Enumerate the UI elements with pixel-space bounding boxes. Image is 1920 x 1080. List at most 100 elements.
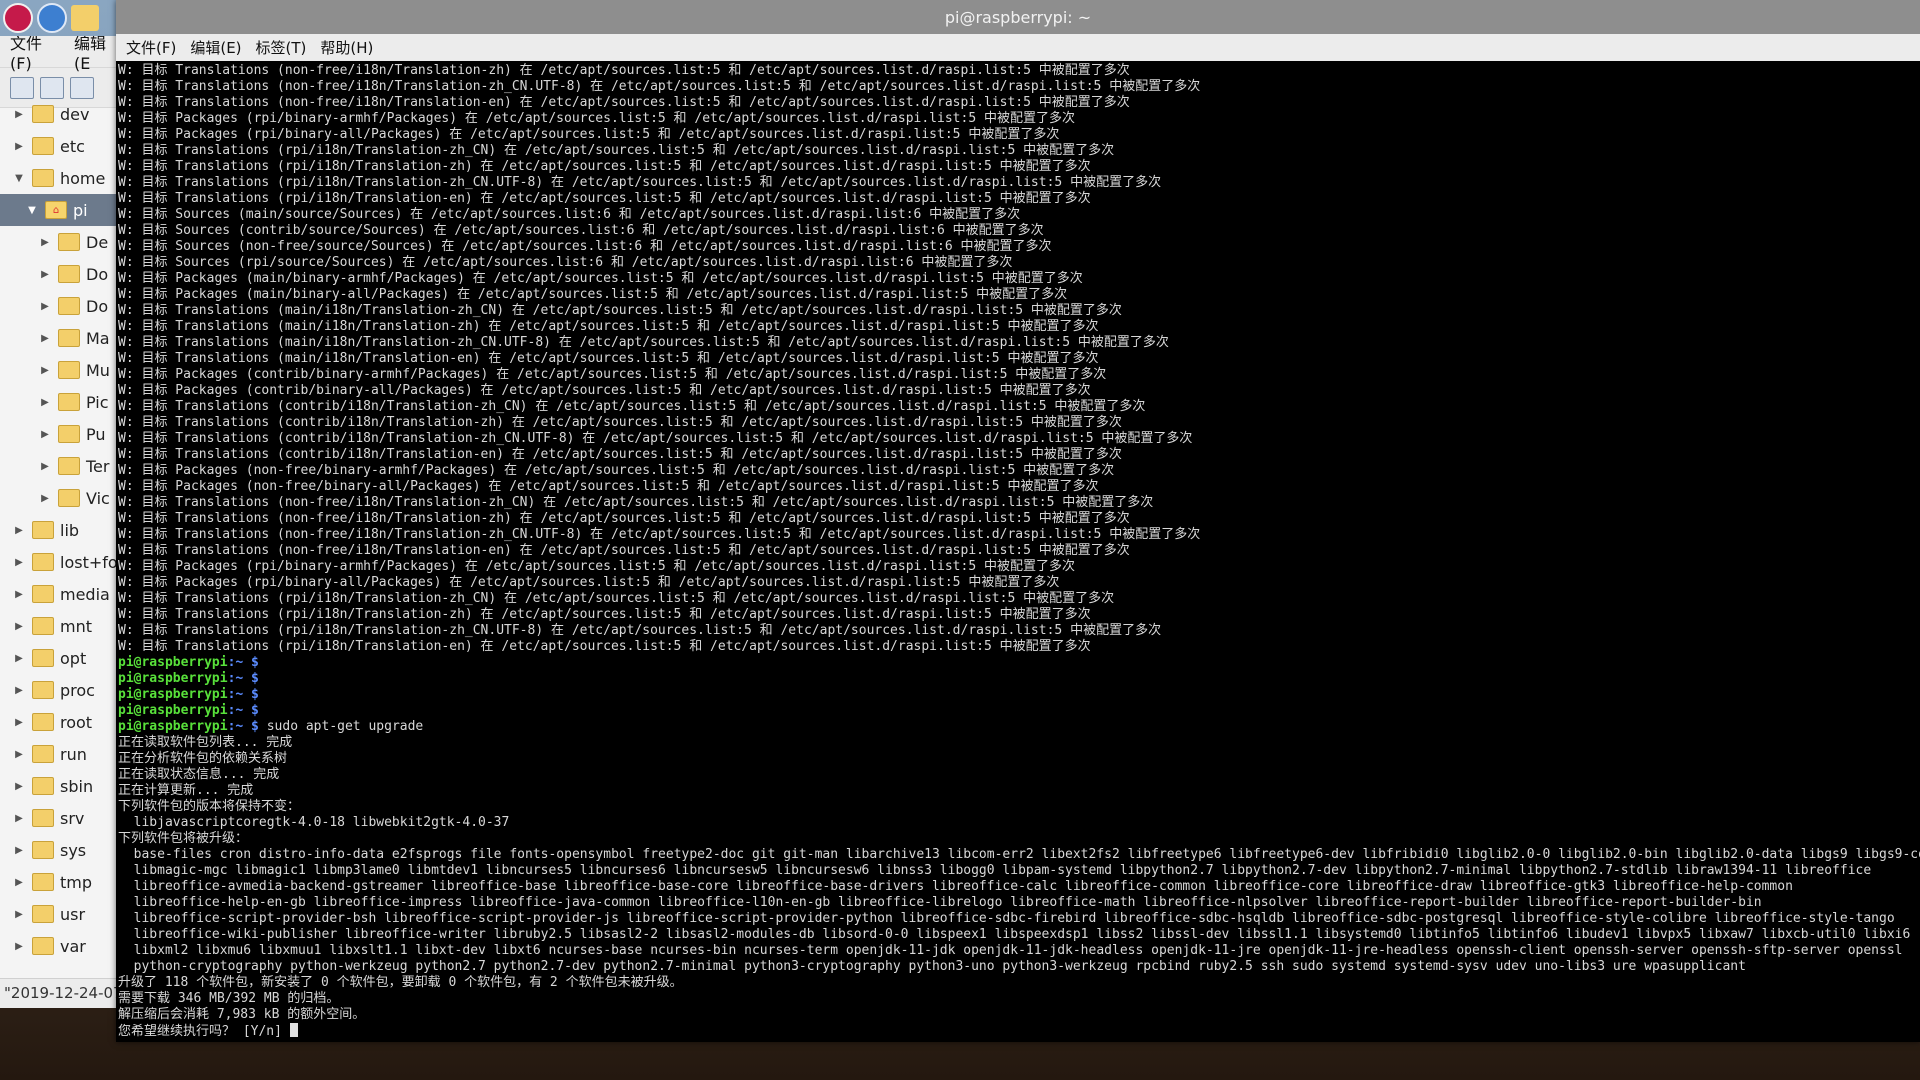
web-browser-icon[interactable] bbox=[37, 3, 67, 33]
fm-menu-file[interactable]: 文件(F) bbox=[10, 36, 60, 73]
menu-help[interactable]: 帮助(H) bbox=[320, 37, 373, 58]
chevron-down-icon[interactable]: ▼ bbox=[12, 173, 26, 184]
tree-item[interactable]: ▶ lib bbox=[0, 514, 119, 546]
folder-icon bbox=[32, 169, 54, 187]
tree-item[interactable]: ▶ media bbox=[0, 578, 119, 610]
folder-icon bbox=[32, 809, 54, 827]
tree-item[interactable]: ▶ Vic bbox=[0, 482, 119, 514]
prompt-path: :~ $ bbox=[227, 687, 259, 702]
chevron-right-icon[interactable]: ▶ bbox=[38, 461, 52, 472]
terminal-line: pi@raspberrypi:~ $ bbox=[118, 655, 1920, 671]
chevron-right-icon[interactable]: ▶ bbox=[12, 525, 26, 536]
chevron-right-icon[interactable]: ▶ bbox=[12, 621, 26, 632]
tree-item[interactable]: ▶ root bbox=[0, 706, 119, 738]
terminal-menubar: 文件(F) 编辑(E) 标签(T) 帮助(H) bbox=[116, 34, 1920, 61]
tree-item[interactable]: ▶ etc bbox=[0, 130, 119, 162]
tree-item[interactable]: ▶ Do bbox=[0, 290, 119, 322]
chevron-right-icon[interactable]: ▶ bbox=[38, 429, 52, 440]
chevron-right-icon[interactable]: ▶ bbox=[12, 941, 26, 952]
chevron-right-icon[interactable]: ▶ bbox=[12, 653, 26, 664]
tree-item[interactable]: ▶ opt bbox=[0, 642, 119, 674]
terminal-output[interactable]: W: 目标 Translations (non-free/i18n/Transl… bbox=[116, 61, 1920, 1042]
tree-item[interactable]: ▼ home bbox=[0, 162, 119, 194]
output-text: W: 目标 Translations (rpi/i18n/Translation… bbox=[118, 175, 1162, 190]
folder-icon bbox=[32, 521, 54, 539]
output-text: W: 目标 Packages (contrib/binary-all/Packa… bbox=[118, 383, 1091, 398]
tree-item[interactable]: ▶ sbin bbox=[0, 770, 119, 802]
terminal-line: W: 目标 Packages (contrib/binary-all/Packa… bbox=[118, 383, 1920, 399]
chevron-right-icon[interactable]: ▶ bbox=[38, 493, 52, 504]
tree-item[interactable]: ▶ var bbox=[0, 930, 119, 962]
chevron-down-icon[interactable]: ▼ bbox=[25, 205, 39, 216]
tree-item[interactable]: ▶ mnt bbox=[0, 610, 119, 642]
tree-item-label: home bbox=[60, 168, 106, 188]
tree-item[interactable]: ▶ usr bbox=[0, 898, 119, 930]
tree-item[interactable]: ▶ Ter bbox=[0, 450, 119, 482]
file-manager-icon[interactable] bbox=[71, 5, 99, 31]
folder-icon bbox=[32, 585, 54, 603]
tree-item[interactable]: ▶ dev bbox=[0, 98, 119, 130]
chevron-right-icon[interactable]: ▶ bbox=[12, 845, 26, 856]
chevron-right-icon[interactable]: ▶ bbox=[12, 877, 26, 888]
terminal-line: W: 目标 Translations (non-free/i18n/Transl… bbox=[118, 79, 1920, 95]
fm-menu-edit[interactable]: 编辑(E bbox=[74, 36, 119, 73]
tree-item[interactable]: ▶ run bbox=[0, 738, 119, 770]
chevron-right-icon[interactable]: ▶ bbox=[12, 589, 26, 600]
chevron-right-icon[interactable]: ▶ bbox=[12, 557, 26, 568]
tree-item-label: Mu bbox=[86, 360, 110, 380]
chevron-right-icon[interactable]: ▶ bbox=[38, 397, 52, 408]
tree-item[interactable]: ▶ proc bbox=[0, 674, 119, 706]
terminal-line: W: 目标 Packages (contrib/binary-armhf/Pac… bbox=[118, 367, 1920, 383]
terminal-line: 下列软件包将被升级： bbox=[118, 831, 1920, 847]
menu-edit[interactable]: 编辑(E) bbox=[190, 37, 241, 58]
tree-item[interactable]: ▶ sys bbox=[0, 834, 119, 866]
tree-item[interactable]: ▶ De bbox=[0, 226, 119, 258]
chevron-right-icon[interactable]: ▶ bbox=[38, 333, 52, 344]
menu-tabs[interactable]: 标签(T) bbox=[256, 37, 307, 58]
tree-item-label: proc bbox=[60, 680, 95, 700]
tree-item[interactable]: ▶ Pu bbox=[0, 418, 119, 450]
chevron-right-icon[interactable]: ▶ bbox=[12, 685, 26, 696]
tree-item-label: etc bbox=[60, 136, 85, 156]
terminal-line: W: 目标 Translations (rpi/i18n/Translation… bbox=[118, 175, 1920, 191]
chevron-right-icon[interactable]: ▶ bbox=[38, 301, 52, 312]
tree-item[interactable]: ▶ Pic bbox=[0, 386, 119, 418]
tree-item[interactable]: ▶ Mu bbox=[0, 354, 119, 386]
output-text: W: 目标 Translations (main/i18n/Translatio… bbox=[118, 303, 1122, 318]
folder-icon bbox=[58, 457, 80, 475]
chevron-right-icon[interactable]: ▶ bbox=[12, 781, 26, 792]
tree-item[interactable]: ▶ Ma bbox=[0, 322, 119, 354]
chevron-right-icon[interactable]: ▶ bbox=[12, 909, 26, 920]
chevron-right-icon[interactable]: ▶ bbox=[12, 717, 26, 728]
chevron-right-icon[interactable]: ▶ bbox=[38, 365, 52, 376]
tree-item-label: tmp bbox=[60, 872, 93, 892]
chevron-right-icon[interactable]: ▶ bbox=[12, 813, 26, 824]
terminal-line: pi@raspberrypi:~ $ bbox=[118, 687, 1920, 703]
output-text: W: 目标 Packages (rpi/binary-all/Packages)… bbox=[118, 575, 1060, 590]
tree-item[interactable]: ▼ ⌂ pi bbox=[0, 194, 119, 226]
folder-icon bbox=[32, 777, 54, 795]
raspberry-pi-menu-icon[interactable] bbox=[3, 3, 33, 33]
folder-icon bbox=[58, 489, 80, 507]
tree-item[interactable]: ▶ Do bbox=[0, 258, 119, 290]
output-text: W: 目标 Packages (main/binary-all/Packages… bbox=[118, 287, 1068, 302]
chevron-right-icon[interactable]: ▶ bbox=[38, 237, 52, 248]
chevron-right-icon[interactable]: ▶ bbox=[12, 141, 26, 152]
output-text: W: 目标 Translations (rpi/i18n/Translation… bbox=[118, 607, 1091, 622]
chevron-right-icon[interactable]: ▶ bbox=[12, 109, 26, 120]
tree-item-label: Ter bbox=[86, 456, 110, 476]
terminal-title: pi@raspberrypi: ~ bbox=[944, 7, 1092, 27]
chevron-right-icon[interactable]: ▶ bbox=[12, 749, 26, 760]
chevron-right-icon[interactable]: ▶ bbox=[38, 269, 52, 280]
terminal-titlebar[interactable]: pi@raspberrypi: ~ bbox=[116, 0, 1920, 34]
terminal-line: libreoffice-help-en-gb libreoffice-impre… bbox=[118, 895, 1920, 911]
tree-item-label: mnt bbox=[60, 616, 92, 636]
output-text: W: 目标 Packages (rpi/binary-armhf/Package… bbox=[118, 111, 1075, 126]
tree-item[interactable]: ▶ srv bbox=[0, 802, 119, 834]
menu-file[interactable]: 文件(F) bbox=[126, 37, 176, 58]
folder-icon bbox=[32, 105, 54, 123]
output-text: 解压缩后会消耗 7,983 kB 的额外空间。 bbox=[118, 1007, 366, 1022]
terminal-line: 您希望继续执行吗？ [Y/n] bbox=[118, 1023, 1920, 1039]
tree-item[interactable]: ▶ lost+fo bbox=[0, 546, 119, 578]
tree-item[interactable]: ▶ tmp bbox=[0, 866, 119, 898]
